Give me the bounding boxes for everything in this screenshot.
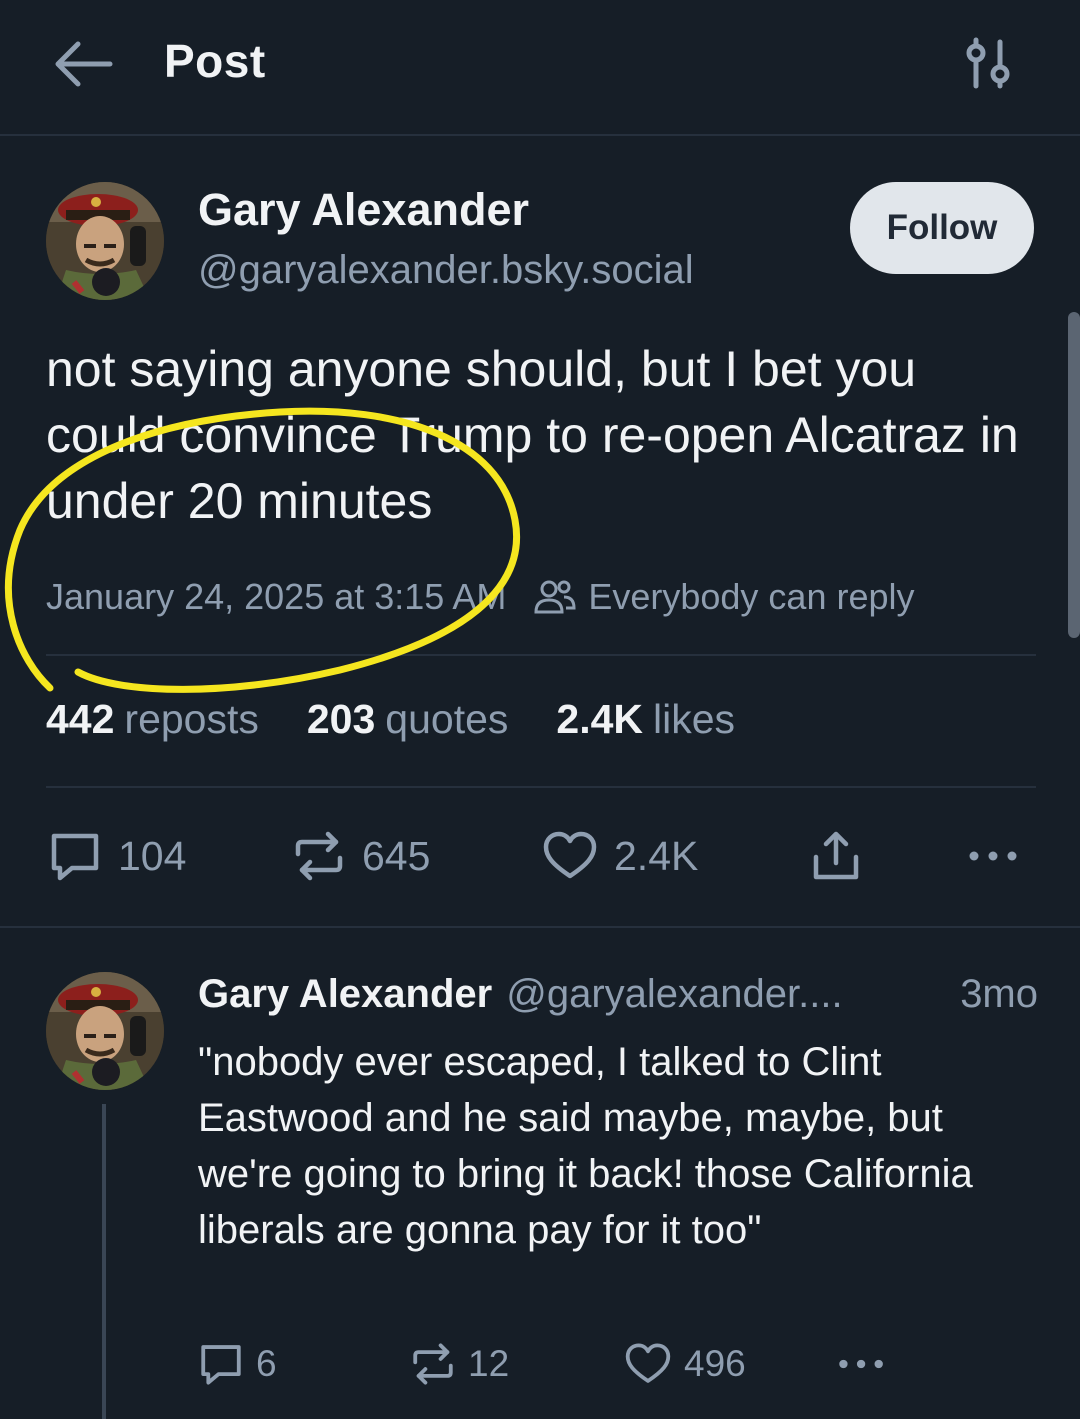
reply-header: Gary Alexander @garyalexander.... 3mo [198, 972, 1038, 1024]
author-name[interactable]: Gary Alexander [198, 184, 529, 236]
follow-button[interactable]: Follow [850, 182, 1034, 274]
thread-settings-button[interactable] [958, 36, 1018, 92]
repost-count: 12 [468, 1343, 510, 1384]
divider [46, 786, 1036, 788]
avatar-image [46, 972, 164, 1090]
top-bar: Post [0, 0, 1080, 136]
like-count: 2.4K [614, 832, 699, 879]
sliders-icon [966, 37, 1010, 89]
reposts-count: 442 [46, 696, 115, 742]
reply-permission-label: Everybody can reply [588, 576, 915, 617]
repost-count: 645 [362, 832, 431, 879]
more-options-button[interactable] [966, 826, 1022, 886]
likes-label: likes [653, 696, 736, 742]
reply-button[interactable]: 6 [198, 1338, 277, 1390]
thread-line [102, 1104, 106, 1419]
reply-timestamp[interactable]: 3mo [960, 972, 1038, 1017]
author-handle[interactable]: @garyalexander.bsky.social [198, 248, 694, 293]
heart-icon [543, 831, 597, 879]
post-date[interactable]: January 24, 2025 at 3:15 AM [46, 576, 506, 618]
post-stats: 442 reposts 203 quotes 2.4K likes [46, 696, 783, 752]
comment-icon [51, 833, 99, 881]
post-meta: January 24, 2025 at 3:15 AM Everybody ca… [46, 570, 1036, 624]
like-button[interactable]: 2.4K [542, 826, 698, 886]
more-icon [839, 1359, 883, 1369]
repost-icon [413, 1343, 453, 1385]
back-button[interactable] [52, 38, 114, 90]
quotes-label: quotes [385, 696, 509, 742]
reposts-stat[interactable]: 442 reposts [46, 696, 259, 743]
people-icon [534, 580, 576, 614]
reposts-label: reposts [124, 696, 259, 742]
comment-icon [201, 1345, 241, 1385]
post-screen: Post Gary Alexander @garyalexander.bsky.… [0, 0, 1080, 1419]
page-title: Post [164, 35, 266, 87]
repost-button[interactable]: 645 [292, 826, 430, 886]
heart-icon [625, 1343, 671, 1383]
avatar[interactable] [46, 182, 164, 300]
reply-permission: Everybody can reply [534, 576, 915, 618]
share-button[interactable] [810, 826, 862, 886]
share-icon [813, 831, 859, 880]
divider [0, 926, 1080, 928]
scrollbar[interactable] [1068, 312, 1080, 638]
reply-button[interactable]: 104 [48, 826, 186, 886]
more-icon [969, 851, 1017, 861]
reply-author-handle[interactable]: @garyalexander.... [506, 972, 842, 1017]
more-options-button[interactable] [836, 1338, 888, 1390]
avatar[interactable] [46, 972, 164, 1090]
quotes-stat[interactable]: 203 quotes [307, 696, 509, 743]
likes-stat[interactable]: 2.4K likes [556, 696, 735, 743]
avatar-image [46, 182, 164, 300]
reply-author-name[interactable]: Gary Alexander [198, 972, 492, 1017]
reply-text: "nobody ever escaped, I talked to Clint … [198, 1040, 973, 1252]
reply-count: 104 [118, 832, 187, 879]
repost-icon [295, 831, 343, 881]
divider [46, 654, 1036, 656]
reply-count: 6 [256, 1343, 277, 1384]
post-text: not saying anyone should, but I bet you … [46, 341, 1019, 529]
like-count: 496 [684, 1343, 746, 1384]
arrow-left-icon [55, 41, 113, 87]
repost-button[interactable]: 12 [410, 1338, 509, 1390]
likes-count: 2.4K [556, 696, 644, 742]
like-button[interactable]: 496 [624, 1338, 746, 1390]
quotes-count: 203 [306, 696, 376, 742]
